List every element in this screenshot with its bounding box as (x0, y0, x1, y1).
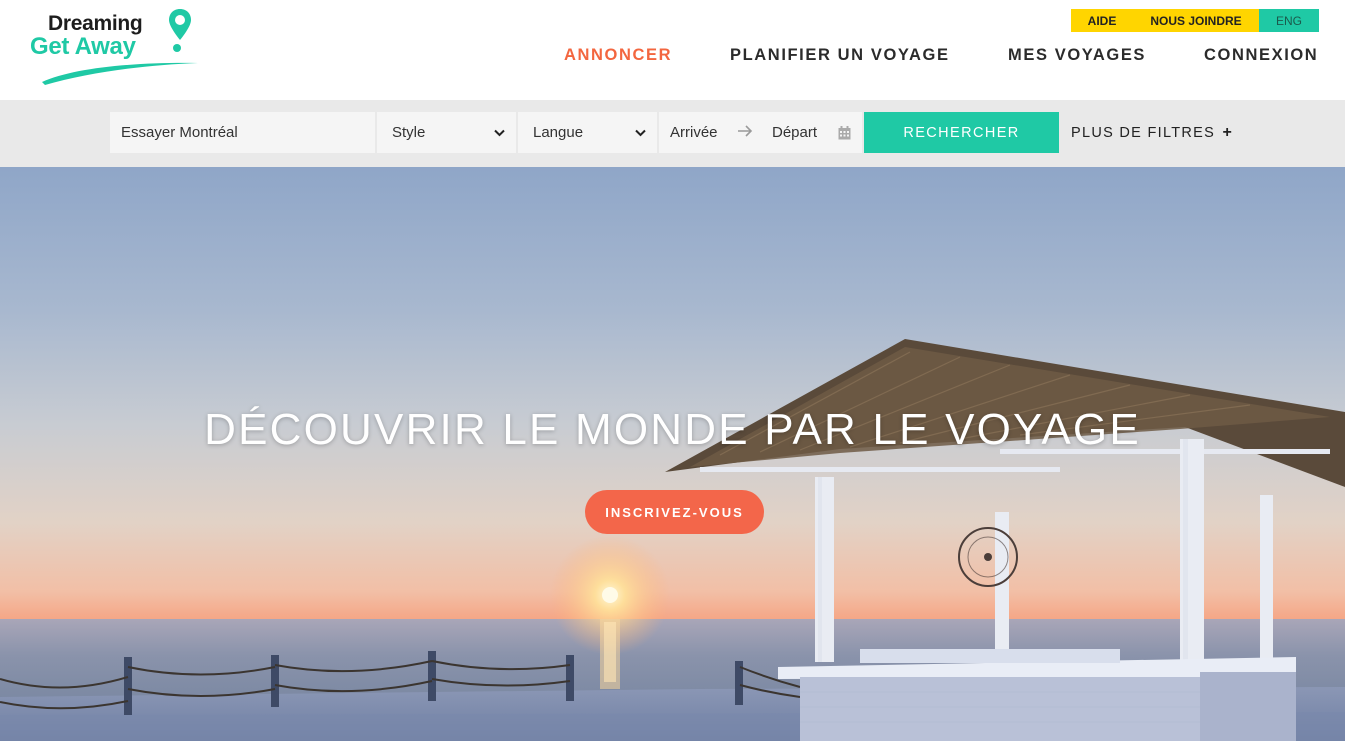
arrow-right-icon (738, 125, 753, 137)
departure-date-field[interactable]: Départ (772, 124, 817, 141)
site-header: Dreaming Get Away AIDE NOUS JOINDRE ENG … (0, 0, 1345, 100)
nav-my-trips[interactable]: MES VOYAGES (1008, 46, 1146, 66)
language-select-label: Langue (533, 124, 584, 141)
nav-login[interactable]: CONNEXION (1204, 46, 1318, 66)
logo-swoosh (42, 62, 198, 85)
style-select-label: Style (392, 124, 426, 141)
brand-logo[interactable]: Dreaming Get Away (28, 8, 203, 88)
language-select[interactable]: Langue (518, 112, 657, 153)
hero-banner: DÉCOUVRIR LE MONDE PAR LE VOYAGE INSCRIV… (0, 167, 1345, 741)
style-select[interactable]: Style (377, 112, 516, 153)
map-pin-icon (169, 9, 191, 52)
date-range-picker[interactable]: Arrivée Départ (659, 112, 862, 153)
signup-button[interactable]: INSCRIVEZ-VOUS (585, 490, 764, 534)
search-bar: Essayer Montréal Style Langue Arrivée Dé… (0, 100, 1345, 167)
search-button[interactable]: RECHERCHER (864, 112, 1059, 153)
help-link[interactable]: AIDE (1071, 9, 1133, 32)
nav-plan-trip[interactable]: PLANIFIER UN VOYAGE (730, 46, 950, 66)
hero-title: DÉCOUVRIR LE MONDE PAR LE VOYAGE (204, 405, 1141, 454)
chevron-down-icon (635, 129, 646, 136)
fan-detail (958, 527, 1018, 587)
destination-placeholder: Essayer Montréal (121, 124, 238, 141)
language-switch[interactable]: ENG (1259, 9, 1319, 32)
more-filters-toggle[interactable]: PLUS DE FILTRES + (1071, 124, 1233, 142)
arrival-date-field[interactable]: Arrivée (670, 124, 718, 141)
calendar-icon[interactable] (838, 126, 851, 140)
plus-icon: + (1222, 124, 1234, 141)
destination-input[interactable]: Essayer Montréal (110, 112, 375, 153)
more-filters-label: PLUS DE FILTRES (1071, 125, 1216, 141)
nav-announce[interactable]: ANNONCER (564, 46, 672, 66)
contact-link[interactable]: NOUS JOINDRE (1133, 9, 1259, 32)
chevron-down-icon (494, 129, 505, 136)
